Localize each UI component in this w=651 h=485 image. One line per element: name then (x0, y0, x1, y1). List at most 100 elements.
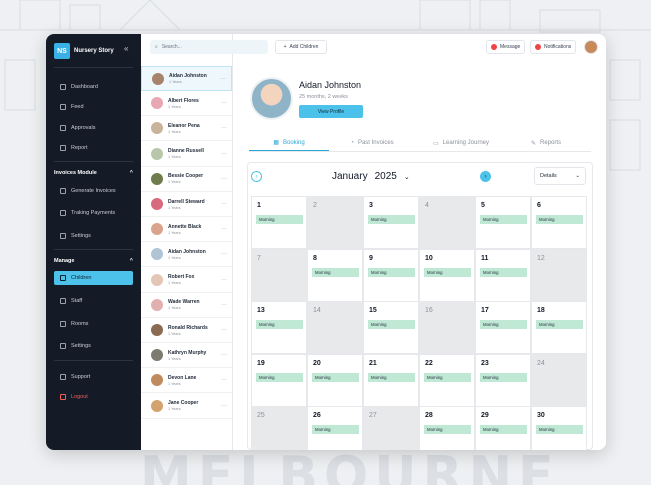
view-profile-button[interactable]: View Profile (299, 105, 363, 118)
calendar-day[interactable]: 15 Morning (363, 301, 419, 354)
more-options-icon[interactable]: ··· (221, 251, 227, 257)
user-avatar[interactable] (584, 40, 598, 54)
child-list-item[interactable]: Dianne Russell 1 Years ··· (141, 142, 232, 167)
more-options-icon[interactable]: ··· (221, 100, 227, 106)
calendar-day[interactable]: 13 Morning (251, 301, 307, 354)
message-button[interactable]: Message (486, 40, 526, 54)
session-tag[interactable]: Morning (256, 320, 303, 329)
calendar-day[interactable]: 2 (307, 196, 363, 249)
session-tag[interactable]: Morning (424, 425, 471, 434)
tab-past-invoices[interactable]: ◔ Past Invoices (331, 135, 413, 151)
child-list-item[interactable]: Devon Lane 1 Years ··· (141, 368, 232, 394)
calendar-day[interactable]: 20 Morning (307, 353, 363, 407)
tab-learning-journey[interactable]: ▭ Learning Journey (415, 135, 507, 151)
calendar-day[interactable]: 19 Morning (251, 353, 307, 407)
child-list-item[interactable]: Kathryn Murphy 1 Years ··· (141, 343, 232, 369)
child-list-item[interactable]: Annette Black 1 Years ··· (141, 217, 232, 243)
more-options-icon[interactable]: ··· (221, 125, 227, 131)
child-list-item[interactable]: Bessie Cooper 1 Years ··· (141, 167, 232, 192)
session-tag[interactable]: Morning (424, 267, 471, 277)
calendar-day[interactable]: 25 (251, 406, 307, 450)
calendar-day[interactable]: 24 (531, 353, 587, 407)
sidebar-item-staff[interactable]: Staff (54, 294, 133, 308)
calendar-day[interactable]: 17 Morning (475, 301, 531, 354)
session-tag[interactable]: Morning (368, 320, 415, 329)
child-list-item[interactable]: Wade Warren 1 Years ··· (141, 293, 232, 318)
child-list-item[interactable]: Robert Fox 1 Years ··· (141, 268, 232, 293)
session-tag[interactable]: Morning (536, 425, 583, 434)
calendar-day[interactable]: 22 Morning (419, 353, 475, 407)
session-tag[interactable]: Morning (368, 215, 415, 224)
more-options-icon[interactable]: ··· (220, 76, 226, 82)
calendar-day[interactable]: 29 Morning (475, 406, 531, 450)
calendar-day[interactable]: 9 Morning (363, 248, 419, 302)
manage-heading[interactable]: Manage ^ (54, 258, 133, 264)
session-tag[interactable]: Morning (480, 215, 527, 224)
more-options-icon[interactable]: ··· (221, 327, 227, 333)
sidebar-item-dashboard[interactable]: Dashboard (54, 80, 133, 94)
month-selector[interactable]: January 2025 ⌄ (332, 171, 410, 182)
calendar-day[interactable]: 18 Morning (531, 301, 587, 354)
add-children-button[interactable]: + Add Children (275, 40, 327, 54)
sidebar-item-manage-settings[interactable]: Settings (54, 339, 133, 353)
tab-booking[interactable]: ▦ Booking (249, 135, 329, 151)
sidebar-item-tracking-payments[interactable]: Traking Payments (54, 206, 133, 220)
invoices-module-heading[interactable]: Invoices Module ^ (54, 170, 133, 176)
calendar-day[interactable]: 8 Morning (307, 248, 363, 302)
session-tag[interactable]: Morning (536, 320, 583, 329)
calendar-day[interactable]: 5 Morning (475, 196, 531, 249)
more-options-icon[interactable]: ··· (221, 352, 227, 358)
sidebar-item-report[interactable]: Report (54, 141, 133, 155)
session-tag[interactable]: Morning (312, 372, 359, 382)
calendar-day[interactable]: 4 (419, 196, 475, 249)
child-list-item[interactable]: Aidan Johnston 1 Years ··· (141, 242, 232, 268)
calendar-day[interactable]: 30 Morning (531, 406, 587, 450)
calendar-day[interactable]: 10 Morning (419, 248, 475, 302)
more-options-icon[interactable]: ··· (221, 403, 227, 409)
session-tag[interactable]: Morning (480, 372, 527, 382)
session-tag[interactable]: Morning (368, 267, 415, 277)
calendar-day[interactable]: 16 (419, 301, 475, 354)
child-list-item[interactable]: Albert Flores 1 Years ··· (141, 91, 232, 117)
notifications-button[interactable]: Notifications (530, 40, 577, 54)
session-tag[interactable]: Morning (312, 425, 359, 434)
session-tag[interactable]: Morning (424, 372, 471, 382)
child-list-item[interactable]: Darrell Steward 1 Years ··· (141, 192, 232, 217)
next-month-button[interactable]: › (480, 171, 491, 182)
calendar-day[interactable]: 12 (531, 248, 587, 302)
session-tag[interactable]: Morning (256, 215, 303, 224)
sidebar-item-support[interactable]: Support (54, 370, 133, 384)
calendar-day[interactable]: 23 Morning (475, 353, 531, 407)
session-tag[interactable]: Morning (256, 372, 303, 382)
more-options-icon[interactable]: ··· (221, 302, 227, 308)
view-mode-select[interactable]: Details ⌄ (534, 167, 586, 185)
session-tag[interactable]: Morning (312, 267, 359, 277)
calendar-day[interactable]: 7 (251, 248, 307, 302)
sidebar-item-logout[interactable]: Logout (54, 390, 133, 404)
session-tag[interactable]: Morning (480, 267, 527, 277)
search-box[interactable]: ⌕ Search... (150, 40, 268, 54)
more-options-icon[interactable]: ··· (221, 201, 227, 207)
sidebar-item-approvals[interactable]: Approvals (54, 121, 133, 135)
session-tag[interactable]: Morning (368, 372, 415, 382)
sidebar-item-generate-invoices[interactable]: Generate Invoices (54, 184, 133, 198)
collapse-sidebar-icon[interactable]: « (124, 44, 128, 53)
session-tag[interactable]: Morning (480, 425, 527, 434)
child-list-item[interactable]: Jane Cooper 1 Years ··· (141, 394, 232, 419)
sidebar-item-feed[interactable]: Feed (54, 100, 133, 114)
tab-reports[interactable]: ✎ Reports (506, 135, 586, 151)
session-tag[interactable]: Morning (536, 215, 583, 224)
child-list-item[interactable]: Ronald Richards 1 Years ··· (141, 318, 232, 343)
more-options-icon[interactable]: ··· (221, 226, 227, 232)
search-input[interactable]: Search... (162, 44, 182, 50)
more-options-icon[interactable]: ··· (221, 151, 227, 157)
calendar-day[interactable]: 21 Morning (363, 353, 419, 407)
calendar-day[interactable]: 3 Morning (363, 196, 419, 249)
sidebar-item-invoice-settings[interactable]: Settings (54, 229, 133, 243)
more-options-icon[interactable]: ··· (221, 377, 227, 383)
calendar-day[interactable]: 14 (307, 301, 363, 354)
calendar-day[interactable]: 6 Morning (531, 196, 587, 249)
more-options-icon[interactable]: ··· (221, 176, 227, 182)
child-list-item[interactable]: Eleanor Pena 1 Years ··· (141, 116, 232, 142)
calendar-day[interactable]: 11 Morning (475, 248, 531, 302)
